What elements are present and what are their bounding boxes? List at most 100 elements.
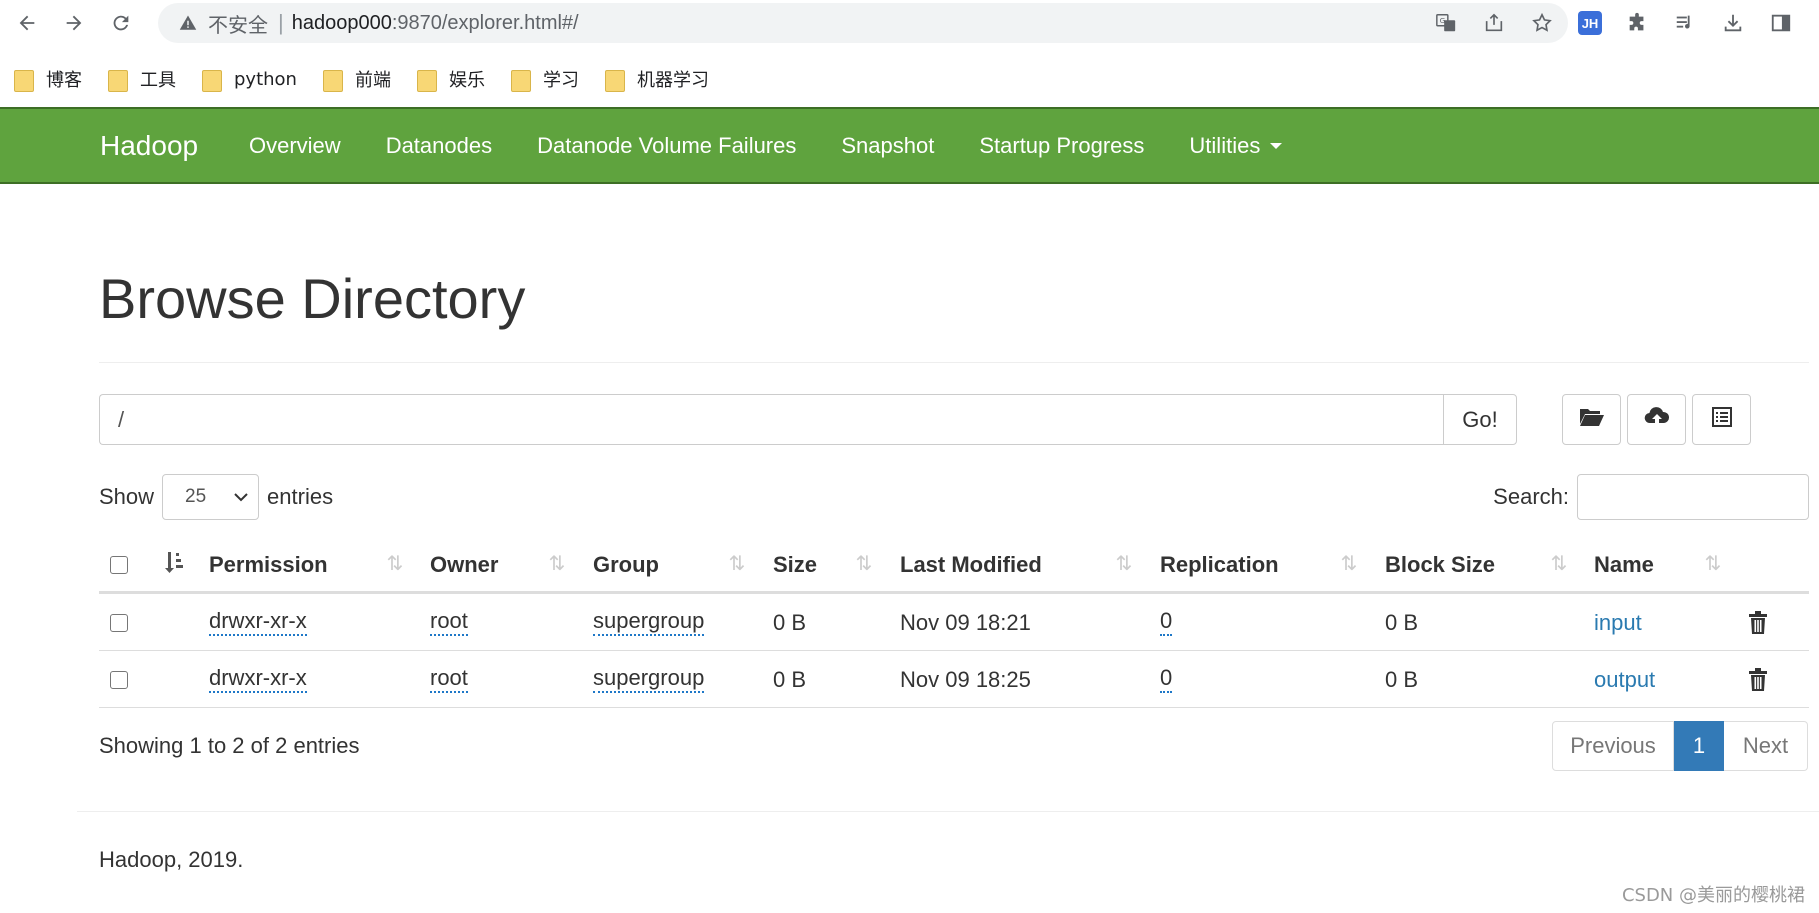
list-alt-icon bbox=[1711, 406, 1733, 433]
svg-text:G: G bbox=[1440, 16, 1446, 25]
chevron-down-icon bbox=[234, 486, 248, 508]
jh-extension-icon[interactable]: JH bbox=[1578, 11, 1602, 35]
title-divider bbox=[99, 362, 1809, 363]
row-select-cell bbox=[110, 594, 128, 651]
trash-icon[interactable] bbox=[1747, 667, 1769, 693]
upload-button[interactable] bbox=[1627, 394, 1686, 445]
owner-link[interactable]: root bbox=[430, 666, 468, 693]
header-permission[interactable]: Permission bbox=[209, 536, 328, 594]
group-cell: supergroup bbox=[593, 594, 705, 651]
search-input[interactable] bbox=[1577, 474, 1809, 520]
extensions-puzzle-icon[interactable] bbox=[1624, 10, 1650, 36]
header-owner[interactable]: Owner bbox=[430, 536, 498, 594]
block-size-cell: 0 B bbox=[1385, 609, 1419, 635]
permission-link[interactable]: drwxr-xr-x bbox=[209, 609, 307, 636]
group-link[interactable]: supergroup bbox=[593, 609, 705, 636]
page-length-control: Show 25 entries bbox=[99, 474, 333, 520]
row-checkbox[interactable] bbox=[110, 613, 128, 632]
sort-asc-icon[interactable] bbox=[163, 550, 185, 578]
footer-divider bbox=[77, 811, 1819, 812]
download-icon[interactable] bbox=[1720, 10, 1746, 36]
table-row: drwxr-xr-x root supergroup 0 B Nov 09 18… bbox=[99, 651, 1809, 708]
sort-icon[interactable]: ⇅ bbox=[1338, 550, 1360, 578]
bookmark-label: 学习 bbox=[542, 70, 579, 91]
name-link[interactable]: output bbox=[1594, 667, 1655, 693]
sort-icon[interactable]: ⇅ bbox=[546, 550, 568, 578]
search-label: Search: bbox=[1493, 484, 1569, 509]
cut-paste-button[interactable] bbox=[1692, 394, 1751, 445]
forward-icon[interactable] bbox=[57, 6, 91, 40]
bookmark-label: 娱乐 bbox=[448, 70, 485, 91]
bookmark-folder[interactable]: 娱乐 bbox=[416, 66, 485, 92]
next-button[interactable]: Next bbox=[1724, 721, 1808, 771]
bookmark-folder[interactable]: 机器学习 bbox=[604, 66, 709, 92]
replication-cell: 0 bbox=[1160, 594, 1173, 651]
url-host: hadoop000 bbox=[291, 11, 392, 34]
sort-icon[interactable]: ⇅ bbox=[1548, 550, 1570, 578]
select-all-cell bbox=[110, 536, 128, 594]
hadoop-navbar: Hadoop Overview Datanodes Datanode Volum… bbox=[0, 107, 1819, 184]
cloud-upload-icon bbox=[1644, 406, 1670, 433]
bookmark-folder[interactable]: 工具 bbox=[108, 66, 176, 92]
size-cell: 0 B bbox=[773, 609, 807, 635]
reload-icon[interactable] bbox=[104, 6, 138, 40]
brand-link[interactable]: Hadoop bbox=[100, 109, 198, 182]
nav-datanodes[interactable]: Datanodes bbox=[386, 133, 492, 159]
owner-link[interactable]: root bbox=[430, 609, 468, 636]
caret-down-icon bbox=[1270, 142, 1283, 149]
bookmark-folder[interactable]: 博客 bbox=[14, 66, 82, 92]
sort-icon[interactable]: ⇅ bbox=[1702, 550, 1724, 578]
header-group[interactable]: Group bbox=[593, 536, 659, 594]
replication-cell: 0 bbox=[1160, 651, 1173, 708]
permission-cell: drwxr-xr-x bbox=[209, 651, 307, 708]
folder-icon bbox=[108, 68, 128, 92]
header-replication[interactable]: Replication bbox=[1160, 536, 1279, 594]
entries-select[interactable]: 25 bbox=[162, 474, 260, 520]
nav-startup-progress[interactable]: Startup Progress bbox=[979, 133, 1144, 159]
bookmark-star-icon[interactable] bbox=[1530, 11, 1554, 35]
sort-icon[interactable]: ⇅ bbox=[1113, 550, 1135, 578]
go-button[interactable]: Go! bbox=[1443, 394, 1517, 445]
warning-icon[interactable] bbox=[178, 13, 198, 33]
bookmark-folder[interactable]: python bbox=[202, 68, 297, 92]
size-cell: 0 B bbox=[773, 666, 807, 692]
sort-icon[interactable]: ⇅ bbox=[726, 550, 748, 578]
bookmark-folder[interactable]: 学习 bbox=[510, 66, 579, 92]
replication-link[interactable]: 0 bbox=[1160, 609, 1173, 636]
header-last-modified[interactable]: Last Modified bbox=[900, 536, 1042, 594]
bookmark-folder[interactable]: 前端 bbox=[322, 66, 391, 92]
group-link[interactable]: supergroup bbox=[593, 666, 705, 693]
folder-icon bbox=[416, 68, 437, 92]
header-block-size[interactable]: Block Size bbox=[1385, 536, 1495, 594]
trash-icon[interactable] bbox=[1747, 610, 1769, 636]
sort-icon[interactable]: ⇅ bbox=[853, 550, 875, 578]
back-icon[interactable] bbox=[10, 6, 44, 40]
nav-snapshot[interactable]: Snapshot bbox=[841, 133, 934, 159]
folder-icon bbox=[604, 68, 625, 92]
header-size[interactable]: Size bbox=[773, 536, 817, 594]
create-directory-button[interactable] bbox=[1562, 394, 1621, 445]
page-1-button[interactable]: 1 bbox=[1674, 721, 1724, 771]
sort-icon[interactable]: ⇅ bbox=[384, 550, 406, 578]
side-panel-icon[interactable] bbox=[1768, 10, 1794, 36]
address-bar[interactable]: 不安全 | hadoop000:9870/explorer.html#/ G bbox=[158, 3, 1568, 43]
header-name[interactable]: Name bbox=[1594, 536, 1654, 594]
directory-path-input[interactable] bbox=[99, 394, 1443, 445]
share-icon[interactable] bbox=[1482, 11, 1506, 35]
previous-button[interactable]: Previous bbox=[1552, 721, 1674, 771]
group-cell: supergroup bbox=[593, 651, 705, 708]
row-checkbox[interactable] bbox=[110, 670, 128, 689]
permission-link[interactable]: drwxr-xr-x bbox=[209, 666, 307, 693]
nav-datanode-volume-failures[interactable]: Datanode Volume Failures bbox=[537, 133, 796, 159]
select-all-checkbox[interactable] bbox=[110, 556, 128, 574]
nav-overview[interactable]: Overview bbox=[249, 133, 341, 159]
entries-label: entries bbox=[267, 484, 334, 509]
nav-utilities-dropdown[interactable]: Utilities bbox=[1189, 133, 1283, 159]
translate-icon[interactable]: G bbox=[1434, 11, 1458, 35]
replication-link[interactable]: 0 bbox=[1160, 666, 1173, 693]
watermark: CSDN @美丽的樱桃裙 bbox=[1621, 885, 1805, 906]
url-path: :9870/explorer.html#/ bbox=[391, 11, 579, 34]
reading-list-icon[interactable] bbox=[1672, 10, 1698, 36]
name-link[interactable]: input bbox=[1594, 610, 1642, 636]
owner-cell: root bbox=[430, 594, 468, 651]
